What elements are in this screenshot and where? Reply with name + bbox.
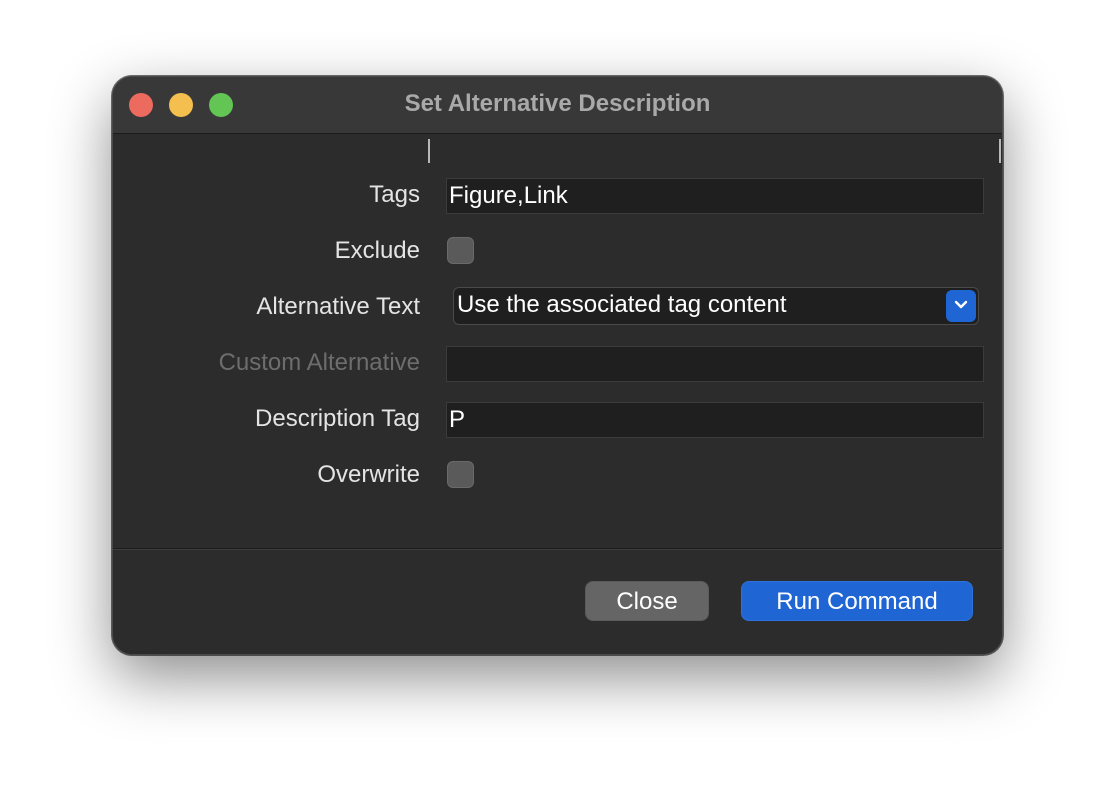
tags-label: Tags — [369, 181, 420, 208]
custom-alternative-field[interactable] — [446, 346, 984, 382]
close-button[interactable]: Close — [585, 581, 709, 621]
resize-marker — [428, 139, 430, 163]
dropdown-button[interactable] — [946, 290, 976, 322]
overwrite-label: Overwrite — [317, 461, 420, 488]
alternative-text-value: Use the associated tag content — [457, 291, 787, 318]
window-title: Set Alternative Description — [404, 90, 711, 117]
resize-marker — [999, 139, 1001, 163]
exclude-label: Exclude — [334, 237, 420, 264]
tags-field[interactable]: Figure,Link — [446, 178, 984, 214]
title-bar[interactable]: Set Alternative Description — [113, 77, 1002, 134]
footer-divider — [113, 548, 1002, 550]
chevron-down-icon — [954, 300, 968, 309]
run-command-button[interactable]: Run Command — [741, 581, 973, 621]
alternative-text-label: Alternative Text — [256, 293, 420, 320]
alternative-text-select[interactable]: Use the associated tag content — [453, 287, 979, 325]
exclude-checkbox[interactable] — [447, 237, 474, 264]
description-tag-field[interactable]: P — [446, 402, 984, 438]
dialog-window: Set Alternative Description Tags Figure,… — [112, 76, 1003, 655]
custom-alternative-label: Custom Alternative — [218, 349, 420, 376]
description-tag-label: Description Tag — [255, 405, 420, 432]
overwrite-checkbox[interactable] — [447, 461, 474, 488]
